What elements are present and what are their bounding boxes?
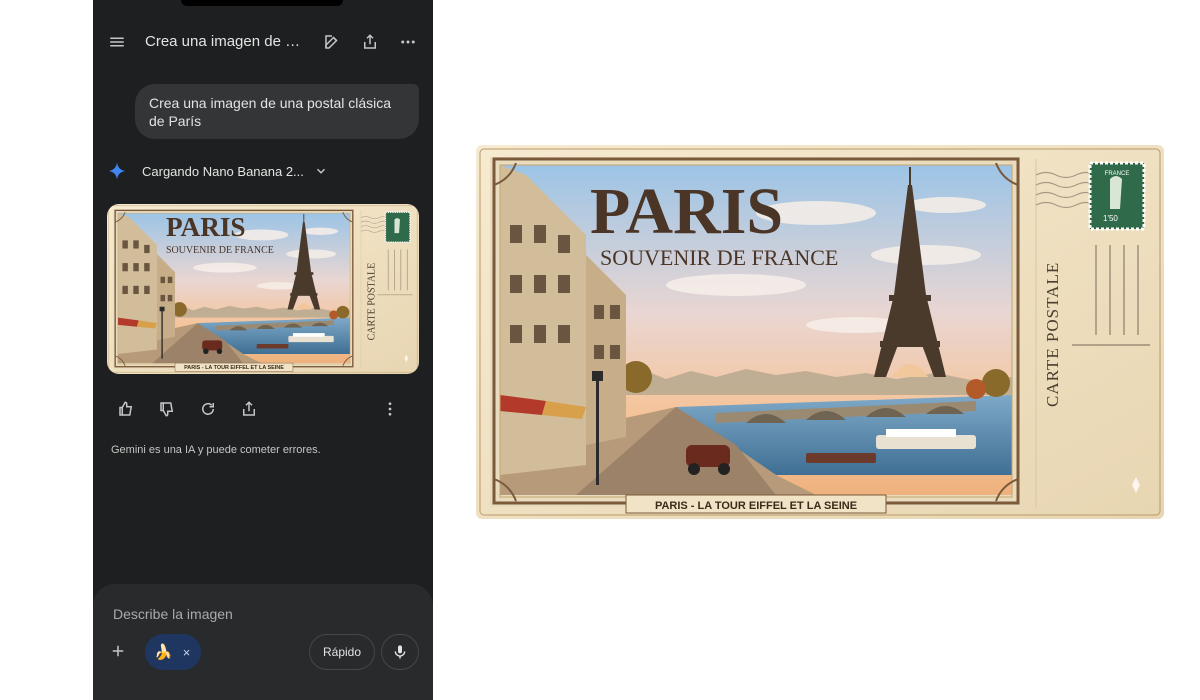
export-icon[interactable]: [236, 396, 262, 422]
stamp-value: 1'50: [1103, 214, 1118, 223]
disclaimer-text: Gemini es una IA y puede cometer errores…: [111, 444, 321, 456]
chevron-down-icon[interactable]: [314, 164, 328, 178]
mode-speed-button[interactable]: Rápido: [309, 634, 375, 670]
model-status-label: Cargando Nano Banana 2...: [142, 163, 304, 179]
thumb-postcard-side-label: CARTE POSTALE: [367, 263, 378, 341]
chat-title[interactable]: Crea una imagen de u...: [145, 33, 305, 50]
mic-icon[interactable]: [381, 634, 419, 670]
banana-icon: 🍌: [154, 644, 173, 661]
stamp-country: FRANCE: [1105, 171, 1130, 177]
generated-postcard-thumbnail[interactable]: PARIS SOUVENIR DE FRANCE PARIS - LA TOUR…: [107, 204, 419, 374]
gemini-spark-icon: [108, 162, 126, 180]
postcard-caption: PARIS - LA TOUR EIFFEL ET LA SEINE: [655, 500, 857, 512]
postcard-large-preview: PARIS SOUVENIR DE FRANCE PARIS - LA TOUR…: [476, 145, 1164, 519]
edit-icon[interactable]: [319, 29, 345, 55]
thumbs-down-icon[interactable]: [154, 396, 180, 422]
screenshot-stage: Crea una imagen de u... Crea una imagen …: [0, 0, 1200, 700]
camera-notch: [181, 0, 343, 6]
image-tool-chip[interactable]: 🍌 ×: [145, 634, 201, 670]
thumb-postcard-caption: PARIS - LA TOUR EIFFEL ET LA SEINE: [184, 365, 284, 371]
thumbs-up-icon[interactable]: [113, 396, 139, 422]
prompt-input[interactable]: [113, 604, 373, 624]
thumb-postcard-title: PARIS: [166, 212, 246, 242]
response-actions: [113, 396, 413, 422]
more-vertical-icon[interactable]: [377, 396, 403, 422]
thumb-postcard-subtitle: SOUVENIR DE FRANCE: [166, 245, 274, 256]
gemini-phone-screen: Crea una imagen de u... Crea una imagen …: [93, 0, 433, 700]
more-icon[interactable]: [395, 29, 421, 55]
model-status-row[interactable]: Cargando Nano Banana 2...: [107, 158, 328, 184]
postcard-subtitle: SOUVENIR DE FRANCE: [600, 245, 838, 270]
user-message-bubble: Crea una imagen de una postal clásica de…: [135, 84, 419, 139]
postcard-title: PARIS: [590, 175, 783, 248]
plus-icon[interactable]: [105, 638, 131, 664]
regenerate-icon[interactable]: [195, 396, 221, 422]
composer: 🍌 × Rápido: [93, 584, 433, 700]
close-icon[interactable]: ×: [183, 645, 191, 660]
postcard-side-label: CARTE POSTALE: [1043, 262, 1062, 407]
menu-icon[interactable]: [104, 29, 130, 55]
share-icon[interactable]: [357, 29, 383, 55]
